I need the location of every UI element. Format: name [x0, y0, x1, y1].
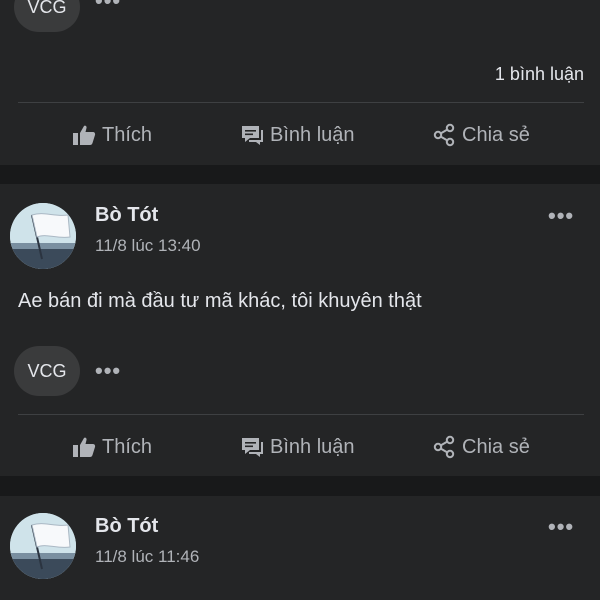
thumbs-up-icon — [73, 437, 96, 457]
post-card-top: VCG ••• 1 bình luận Thích Bình luận Chia… — [0, 0, 600, 165]
stock-tag-vcg[interactable]: VCG — [14, 346, 80, 396]
share-label: Chia sẻ — [462, 435, 530, 458]
comment-button[interactable]: Bình luận — [240, 432, 355, 462]
share-button[interactable]: Chia sẻ — [432, 432, 530, 462]
more-dots-icon[interactable]: ••• — [95, 0, 121, 12]
divider — [18, 414, 584, 415]
comment-button[interactable]: Bình luận — [240, 120, 355, 150]
like-label: Thích — [102, 123, 153, 146]
white-flag-avatar-icon — [10, 203, 76, 269]
avatar[interactable] — [10, 513, 76, 579]
divider — [18, 102, 584, 103]
author-name[interactable]: Bò Tót — [95, 204, 158, 227]
comments-count[interactable]: 1 bình luận — [495, 64, 584, 85]
avatar[interactable] — [10, 203, 76, 269]
comment-label: Bình luận — [270, 123, 355, 146]
more-dots-icon[interactable]: ••• — [95, 360, 121, 382]
share-icon — [433, 123, 455, 147]
share-icon — [433, 435, 455, 459]
like-button[interactable]: Thích — [72, 432, 152, 462]
author-name[interactable]: Bò Tót — [95, 515, 158, 538]
comment-label: Bình luận — [270, 435, 355, 458]
share-button[interactable]: Chia sẻ — [432, 120, 530, 150]
post-card-bottom: Bò Tót 11/8 lúc 11:46 ••• — [0, 496, 600, 600]
more-dots-icon[interactable]: ••• — [548, 516, 574, 538]
post-text: Ae bán đi mà đầu tư mã khác, tôi khuyên … — [18, 290, 422, 312]
speech-bubble-icon — [242, 438, 263, 457]
share-label: Chia sẻ — [462, 123, 530, 146]
speech-bubble-icon — [242, 126, 263, 145]
like-button[interactable]: Thích — [72, 120, 152, 150]
thumbs-up-icon — [73, 125, 96, 145]
white-flag-avatar-icon — [10, 513, 76, 579]
more-dots-icon[interactable]: ••• — [548, 205, 574, 227]
post-time[interactable]: 11/8 lúc 13:40 — [95, 236, 201, 256]
post-card: Bò Tót 11/8 lúc 13:40 ••• Ae bán đi mà đ… — [0, 184, 600, 476]
post-time[interactable]: 11/8 lúc 11:46 — [95, 547, 199, 567]
stock-tag-vcg[interactable]: VCG — [14, 0, 80, 32]
like-label: Thích — [102, 435, 153, 458]
